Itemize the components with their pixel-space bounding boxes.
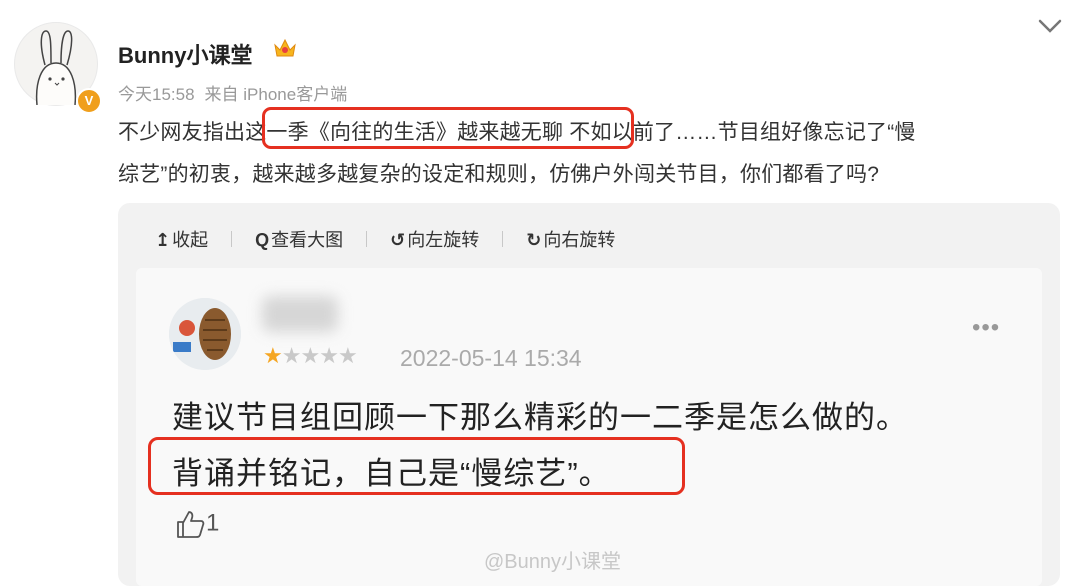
like-count: 1 [174,508,219,540]
post-source: 来自 iPhone客户端 [204,85,348,104]
highlight-box [148,437,685,495]
star-icon: ★ [319,343,339,368]
like-count-value: 1 [206,509,220,537]
review-text-line1: 建议节目组回顾一下那么精彩的一二季是怎么做的。 [172,400,908,435]
search-icon: Q [255,230,270,250]
post-text-line2: 综艺”的初衷，越来越多越复杂的设定和规则，仿佛户外闯关节目，你们都看了吗? [118,163,880,186]
watermark: @Bunny小课堂 [484,551,622,573]
highlight-box [262,107,634,149]
chevron-down-icon[interactable] [1036,16,1064,36]
reviewer-avatar [169,298,241,370]
peanut-avatar-icon [169,298,241,370]
rotate-right-label: 向右旋转 [543,230,616,250]
star-icon: ★ [281,343,302,368]
reviewer-name-blurred [262,296,338,332]
view-large-label: 查看大图 [271,230,344,250]
collapse-icon: ↥ [155,230,171,250]
star-icon: ★ [337,343,358,368]
divider [502,231,504,247]
divider [231,231,233,247]
divider [366,231,368,247]
author-name[interactable]: Bunny小课堂 [118,38,252,70]
verified-icon: V [76,88,102,114]
collapse-button[interactable]: ↥ 收起 [155,226,208,252]
post-meta: 今天15:58 来自 iPhone客户端 [118,80,347,105]
rotate-right-icon: ↻ [526,230,542,250]
star-icon: ★ [263,343,283,368]
post-time[interactable]: 今天15:58 [118,85,195,104]
rotate-left-label: 向左旋转 [407,230,480,250]
post-text-segment: 不少网友指出 [118,121,246,144]
view-large-button[interactable]: Q 查看大图 [255,226,343,252]
image-toolbar: ↥ 收起 Q 查看大图 ↺ 向左旋转 ↻ 向右旋转 [155,226,615,252]
more-options-icon: ••• [972,314,1001,341]
crown-icon[interactable] [272,36,298,60]
star-icon: ★ [300,343,320,368]
review-date: 2022-05-14 15:34 [400,345,582,371]
collapse-label: 收起 [172,230,209,250]
rotate-left-button[interactable]: ↺ 向左旋转 [390,226,479,252]
rotate-right-button[interactable]: ↻ 向右旋转 [526,226,615,252]
rating-stars: ★★★★★ [263,343,358,369]
thumbs-up-icon [177,511,205,538]
rotate-left-icon: ↺ [390,230,406,250]
